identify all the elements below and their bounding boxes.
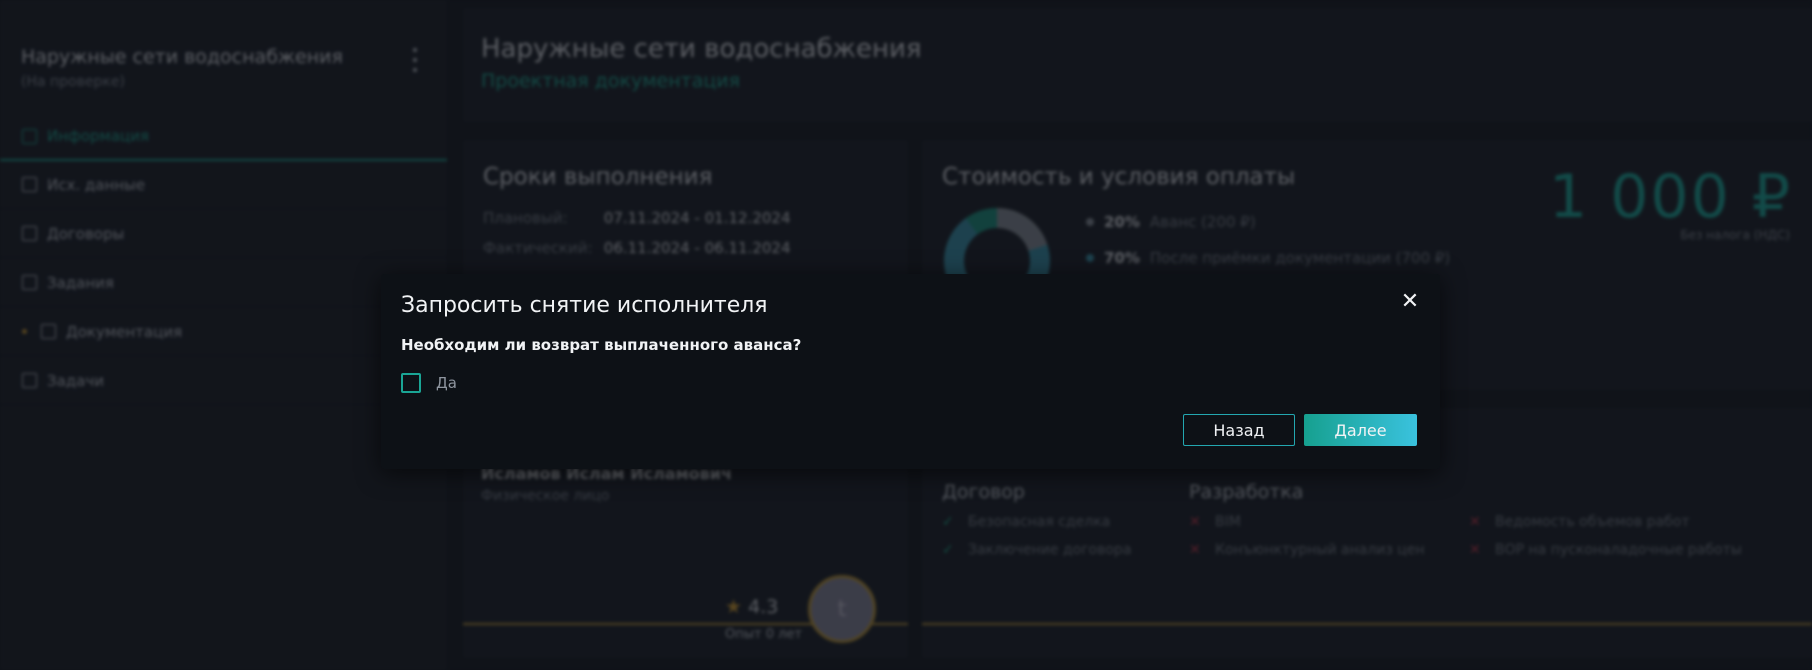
dialog-title: Запросить снятие исполнителя: [401, 293, 768, 318]
refund-checkbox-row[interactable]: Да: [401, 373, 457, 393]
next-button[interactable]: Далее: [1304, 414, 1417, 446]
back-button[interactable]: Назад: [1183, 414, 1295, 446]
refund-checkbox[interactable]: [401, 373, 421, 393]
refund-checkbox-label[interactable]: Да: [436, 374, 457, 392]
remove-executor-dialog: Запросить снятие исполнителя ✕ Необходим…: [381, 274, 1440, 469]
dialog-question: Необходим ли возврат выплаченного аванса…: [401, 336, 802, 354]
close-icon[interactable]: ✕: [1400, 291, 1420, 313]
